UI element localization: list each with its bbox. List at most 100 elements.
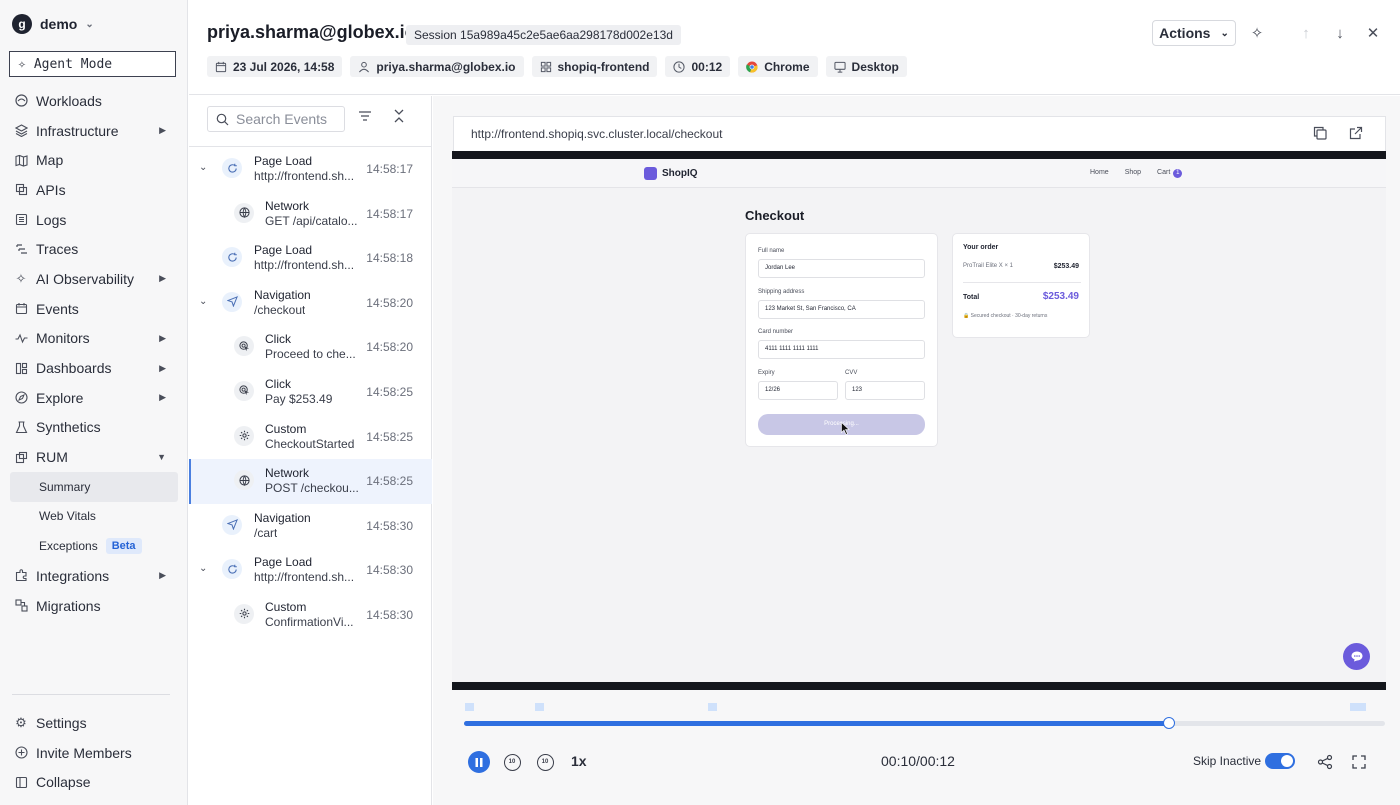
event-detail: CheckoutStarted xyxy=(265,436,355,451)
event-row[interactable]: Click Pay $253.49 14:58:25 xyxy=(189,370,432,415)
sidebar-item-web-vitals[interactable]: Web Vitals xyxy=(10,502,178,532)
sidebar-item-settings[interactable]: ⚙ Settings xyxy=(0,708,188,738)
chip-label: priya.sharma@globex.io xyxy=(376,59,516,74)
event-marker[interactable] xyxy=(1350,703,1366,711)
sidebar-item-map[interactable]: Map xyxy=(0,145,188,175)
timeline-handle[interactable] xyxy=(1163,717,1176,729)
layers-icon xyxy=(14,124,28,138)
event-row[interactable]: Click Proceed to che... 14:58:20 xyxy=(189,325,432,370)
search-input[interactable] xyxy=(236,111,336,127)
chevron-down-icon: ⌄ xyxy=(85,18,94,30)
event-detail: /checkout xyxy=(254,302,306,317)
duration-chip: 00:12 xyxy=(665,56,731,77)
caret-right-icon: ▶ xyxy=(159,392,166,403)
share-icon[interactable] xyxy=(1314,751,1336,773)
event-marker[interactable] xyxy=(708,703,717,711)
sidebar-item-infrastructure[interactable]: Infrastructure ▶ xyxy=(0,116,188,146)
monitor-icon xyxy=(833,61,846,73)
sidebar-divider xyxy=(12,694,170,695)
field-value: Jordan Lee xyxy=(758,259,925,278)
event-time: 14:58:25 xyxy=(366,384,413,399)
sidebar-item-dashboards[interactable]: Dashboards ▶ xyxy=(0,353,188,383)
event-row[interactable]: ⌄ Page Load http://frontend.sh... 14:58:30 xyxy=(189,548,432,593)
sidebar-item-migrations[interactable]: Migrations xyxy=(0,591,188,621)
sidebar-item-invite-members[interactable]: Invite Members xyxy=(0,738,188,768)
replay-brand: ShopIQ xyxy=(644,167,698,180)
sidebar-item-apis[interactable]: APIs xyxy=(0,175,188,205)
event-title: Page Load xyxy=(254,243,313,258)
search-events-field[interactable] xyxy=(207,106,345,132)
sidebar-item-explore[interactable]: Explore ▶ xyxy=(0,383,188,413)
sidebar: g demo ⌄ ✧ Agent Mode Workloads Infrastr… xyxy=(0,0,188,805)
sidebar-item-integrations[interactable]: Integrations ▶ xyxy=(0,561,188,591)
arrow-down-icon[interactable]: ↓ xyxy=(1329,22,1351,44)
close-icon[interactable]: ✕ xyxy=(1362,22,1384,44)
filter-icon[interactable] xyxy=(358,110,372,122)
event-marker[interactable] xyxy=(465,703,474,711)
sidebar-item-label: Dashboards xyxy=(36,360,112,377)
sidebar-item-summary[interactable]: Summary xyxy=(10,471,178,502)
chat-bubble-icon xyxy=(1343,643,1370,670)
event-row[interactable]: Network POST /checkou... 14:58:25 xyxy=(189,459,432,504)
api-icon xyxy=(14,183,28,197)
timeline-scrubber[interactable] xyxy=(464,717,1385,729)
event-row[interactable]: ⌄ Navigation/checkout 14:58:20 xyxy=(189,281,432,326)
agent-mode-button[interactable]: ✧ Agent Mode xyxy=(9,51,176,77)
playback-time: 00:10/00:12 xyxy=(881,753,955,769)
rum-icon xyxy=(14,450,28,464)
collapse-all-icon[interactable] xyxy=(392,109,406,123)
sidebar-item-rum[interactable]: RUM ▼ xyxy=(0,442,188,472)
forward-10-button[interactable]: 10 xyxy=(534,751,556,773)
sparkle-icon[interactable]: ✧ xyxy=(1246,22,1268,44)
sidebar-item-monitors[interactable]: Monitors ▶ xyxy=(0,324,188,354)
arrow-up-icon[interactable]: ↑ xyxy=(1295,22,1317,44)
sidebar-item-collapse[interactable]: Collapse xyxy=(0,767,188,797)
sidebar-item-traces[interactable]: Traces xyxy=(0,234,188,264)
external-link-icon[interactable] xyxy=(1349,126,1363,140)
playback-speed-button[interactable]: 1x xyxy=(571,753,587,769)
copy-icon[interactable] xyxy=(1313,126,1327,140)
sidebar-item-events[interactable]: Events xyxy=(0,294,188,324)
sidebar-item-label: Infrastructure xyxy=(36,122,119,139)
sidebar-item-workloads[interactable]: Workloads xyxy=(0,86,188,116)
chevron-down-icon[interactable]: ⌄ xyxy=(199,162,207,173)
event-row[interactable]: Custom CheckoutStarted 14:58:25 xyxy=(189,415,432,460)
sparkle-icon: ✧ xyxy=(18,56,26,72)
sidebar-item-ai-observability[interactable]: ✧ AI Observability ▶ xyxy=(0,264,188,294)
fullscreen-icon[interactable] xyxy=(1348,751,1370,773)
sidebar-item-exceptions[interactable]: Exceptions Beta xyxy=(10,531,178,561)
event-row[interactable]: Network GET /api/catalo... 14:58:17 xyxy=(189,192,432,237)
org-switcher[interactable]: g demo ⌄ xyxy=(12,14,94,34)
event-row[interactable]: Custom ConfirmationVi... 14:58:30 xyxy=(189,593,432,638)
sidebar-item-label: Monitors xyxy=(36,330,90,347)
skip-inactive-toggle[interactable] xyxy=(1265,753,1295,769)
sidebar-item-synthetics[interactable]: Synthetics xyxy=(0,413,188,443)
actions-dropdown[interactable]: Actions ⌄ xyxy=(1152,20,1236,46)
sidebar-item-logs[interactable]: Logs xyxy=(0,205,188,235)
event-marker[interactable] xyxy=(535,703,544,711)
page-title: priya.sharma@globex.io xyxy=(207,22,416,42)
event-title: Navigation xyxy=(254,510,311,525)
brand-name: ShopIQ xyxy=(662,168,698,179)
timeline-progress xyxy=(464,721,1170,726)
beta-badge: Beta xyxy=(105,538,142,555)
event-row[interactable]: Navigation/cart 14:58:30 xyxy=(189,504,432,549)
event-detail: http://frontend.sh... xyxy=(254,169,355,183)
rewind-10-button[interactable]: 10 xyxy=(501,751,523,773)
chip-label: shopiq-frontend xyxy=(557,59,650,74)
event-title: Page Load xyxy=(254,555,313,570)
field-label: Expiry xyxy=(758,370,775,376)
field-value: 123 Market St, San Francisco, CA xyxy=(758,300,925,319)
event-row[interactable]: Page Load http://frontend.sh... 14:58:18 xyxy=(189,236,432,281)
chevron-down-icon[interactable]: ⌄ xyxy=(199,296,207,307)
pause-button[interactable] xyxy=(468,751,490,773)
chevron-down-icon[interactable]: ⌄ xyxy=(199,563,207,574)
replay-viewport[interactable]: ShopIQ Home Shop Cart 1 Checkout Full nam… xyxy=(452,151,1386,690)
workloads-icon xyxy=(14,94,28,108)
mouse-cursor-icon xyxy=(841,422,850,435)
event-title: Custom xyxy=(265,421,307,436)
session-header: priya.sharma@globex.io Session 15a989a45… xyxy=(189,0,1400,95)
total-value: $253.49 xyxy=(1042,291,1079,302)
event-row[interactable]: ⌄ Page Load http://frontend.sh... 14:58:17 xyxy=(189,147,432,192)
order-item-price: $253.49 xyxy=(1053,263,1079,270)
